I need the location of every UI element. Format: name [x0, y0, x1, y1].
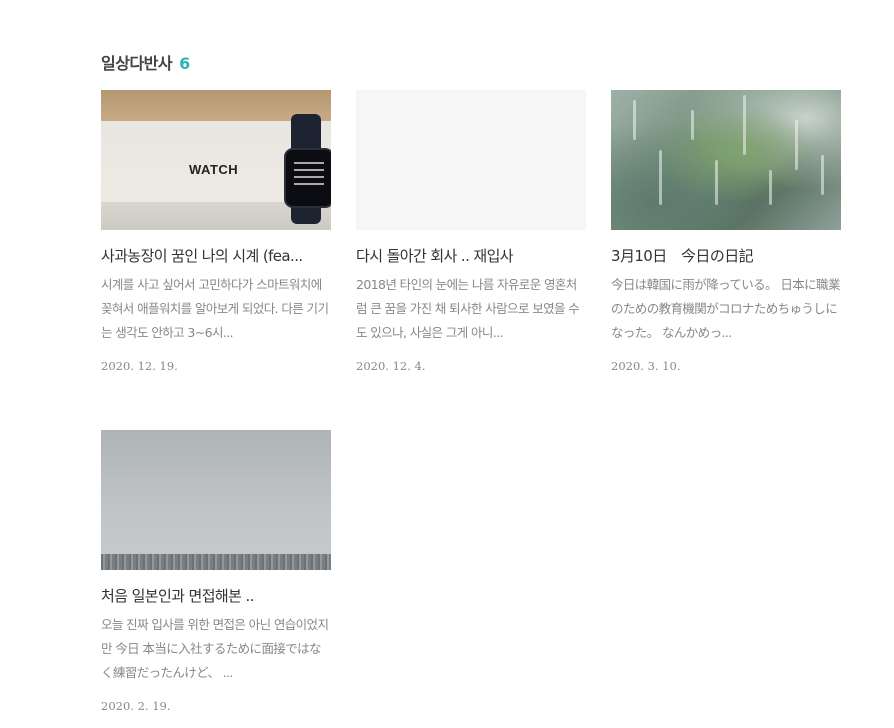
- watch-face: [284, 148, 331, 208]
- post-thumbnail[interactable]: WATCH: [101, 90, 331, 230]
- post-card[interactable]: 처음 일본인과 면접해본 .. 오늘 진짜 입사를 위한 면접은 아닌 연습이었…: [101, 430, 331, 713]
- post-card[interactable]: 다시 돌아간 회사 .. 재입사 2018년 타인의 눈에는 나름 자유로운 영…: [356, 90, 586, 373]
- post-summary: 시계를 사고 싶어서 고민하다가 스마트워치에 꽂혀서 애플워치를 알아보게 되…: [101, 277, 329, 340]
- post-thumbnail[interactable]: [356, 90, 586, 230]
- watch-logo-text: WATCH: [189, 162, 239, 177]
- post-title[interactable]: 사과농장이 꿈인 나의 시계 (fea...: [101, 245, 331, 267]
- treeline: [101, 554, 331, 570]
- post-date: 2020. 12. 19.: [101, 359, 178, 373]
- post-title[interactable]: 다시 돌아간 회사 .. 재입사: [356, 245, 586, 267]
- post-summary: 2018년 타인의 눈에는 나름 자유로운 영혼처럼 큰 꿈을 가진 채 퇴사한…: [356, 277, 580, 340]
- watch-logo: WATCH: [189, 162, 238, 177]
- post-date: 2020. 3. 10.: [611, 359, 681, 373]
- post-summary: 今日は韓国に雨が降っている。 日本に職業のための教育機関がコロナためちゅうしにな…: [611, 277, 840, 340]
- post-summary: 오늘 진짜 입사를 위한 면접은 아닌 연습이었지만 今日 本当に入社するために…: [101, 617, 329, 680]
- post-thumbnail[interactable]: [611, 90, 841, 230]
- post-title[interactable]: 3月10日 今日の日記: [611, 245, 841, 267]
- post-date: 2020. 12. 4.: [356, 359, 426, 373]
- post-date: 2020. 2. 19.: [101, 699, 171, 713]
- category-post-count: 6: [179, 54, 191, 73]
- post-thumbnail[interactable]: [101, 430, 331, 570]
- category-header: 일상다반사 6: [101, 50, 190, 74]
- post-card[interactable]: WATCH 사과농장이 꿈인 나의 시계 (fea... 시계를 사고 싶어서 …: [101, 90, 331, 373]
- post-title[interactable]: 처음 일본인과 면접해본 ..: [101, 585, 331, 607]
- post-card[interactable]: 3月10日 今日の日記 今日は韓国に雨が降っている。 日本に職業のための教育機関…: [611, 90, 841, 373]
- category-title: 일상다반사: [101, 54, 173, 73]
